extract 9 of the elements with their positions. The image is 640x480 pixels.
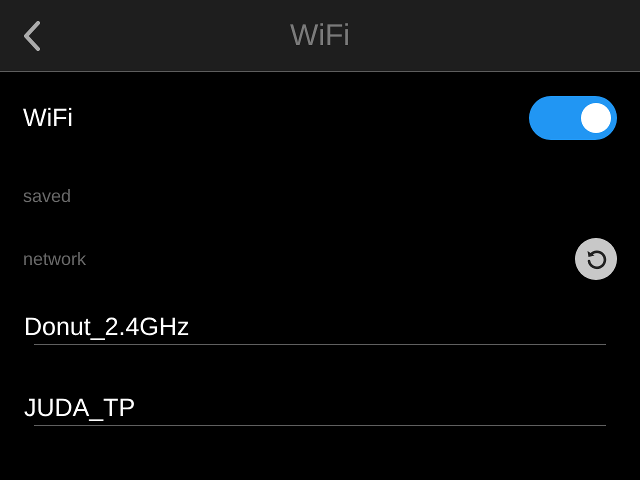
- refresh-button[interactable]: [575, 238, 617, 280]
- screen-title: WiFi: [290, 18, 350, 52]
- wifi-toggle[interactable]: [529, 96, 617, 140]
- back-icon: [22, 20, 42, 52]
- network-name[interactable]: Donut_2.4GHz: [0, 312, 190, 342]
- network-name[interactable]: JUDA_TP: [0, 393, 136, 423]
- section-label: network: [23, 248, 86, 270]
- wifi-label: WiFi: [23, 104, 73, 132]
- section-label: saved: [23, 186, 72, 206]
